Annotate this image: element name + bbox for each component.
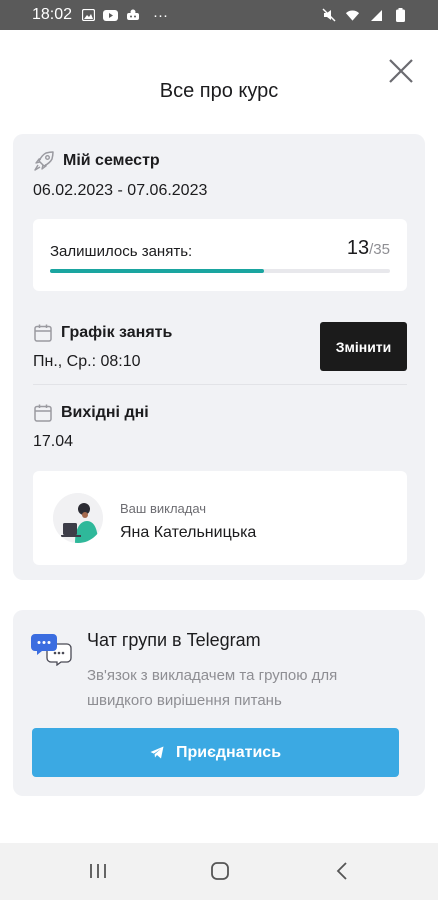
chat-title: Чат групи в Telegram <box>87 630 261 650</box>
gallery-icon <box>81 9 96 22</box>
calendar-icon <box>34 404 52 422</box>
back-button[interactable] <box>329 859 357 883</box>
lessons-total-value: /35 <box>369 241 390 258</box>
chat-bubbles-icon <box>31 634 72 666</box>
system-navigation-bar <box>0 843 438 900</box>
recent-apps-button[interactable] <box>84 859 112 883</box>
telegram-chat-card: Чат групи в Telegram Зв'язок з викладаче… <box>13 610 425 796</box>
holidays-heading: Вихідні дні <box>33 403 149 423</box>
lessons-remaining-value: 13 <box>346 237 370 259</box>
teacher-caption: Ваш викладач <box>120 501 207 516</box>
change-schedule-button[interactable]: Змінити <box>320 322 407 371</box>
schedule-heading: Графік занять <box>33 323 172 343</box>
close-button[interactable] <box>386 56 416 86</box>
lessons-remaining-panel: Залишилось занять: 13/35 <box>33 219 407 291</box>
recent-apps-icon <box>90 864 106 878</box>
lessons-progress-bar <box>50 269 390 273</box>
semester-dates: 06.02.2023 - 07.06.2023 <box>33 182 208 199</box>
join-telegram-label: Приєднатись <box>175 743 282 761</box>
teacher-name: Яна Кательницька <box>120 524 257 541</box>
close-icon <box>389 59 413 83</box>
course-info-card: Мій семестр 06.02.2023 - 07.06.2023 Зали… <box>13 134 425 580</box>
status-bar: 18:02 ··· <box>0 0 438 30</box>
calendar-icon <box>34 324 52 342</box>
chat-description: Зв'язок з викладачем та групою для швидк… <box>87 667 338 709</box>
semester-title: Мій семестр <box>63 152 160 169</box>
back-icon <box>336 862 347 880</box>
holidays-title: Вихідні дні <box>61 404 149 421</box>
teacher-avatar <box>53 493 103 543</box>
home-icon <box>211 862 229 880</box>
rocket-icon <box>34 151 54 171</box>
join-telegram-button[interactable]: Приєднатись <box>32 728 399 777</box>
battery-icon <box>393 8 408 22</box>
lessons-progress-fill <box>50 269 265 273</box>
schedule-title: Графік занять <box>61 324 173 341</box>
youtube-icon <box>103 9 119 22</box>
lessons-remaining-count: 13/35 <box>347 237 390 260</box>
wifi-icon <box>345 9 360 22</box>
telegram-send-icon <box>150 746 164 759</box>
holidays-value: 17.04 <box>33 433 74 450</box>
page-title: Все про курс <box>159 80 279 102</box>
schedule-value: Пн., Ср.: 08:10 <box>33 353 141 370</box>
teacher-panel[interactable]: Ваш викладач Яна Кательницька <box>33 471 407 565</box>
mute-icon <box>321 8 336 22</box>
home-button[interactable] <box>206 859 234 883</box>
signal-icon <box>369 9 384 22</box>
semester-heading: Мій семестр <box>33 150 160 172</box>
app-notification-icon <box>125 9 140 22</box>
divider <box>33 384 407 385</box>
more-notifications-icon: ··· <box>153 6 169 24</box>
status-time: 18:02 <box>32 6 73 23</box>
lessons-remaining-label: Залишилось занять: <box>50 243 193 260</box>
